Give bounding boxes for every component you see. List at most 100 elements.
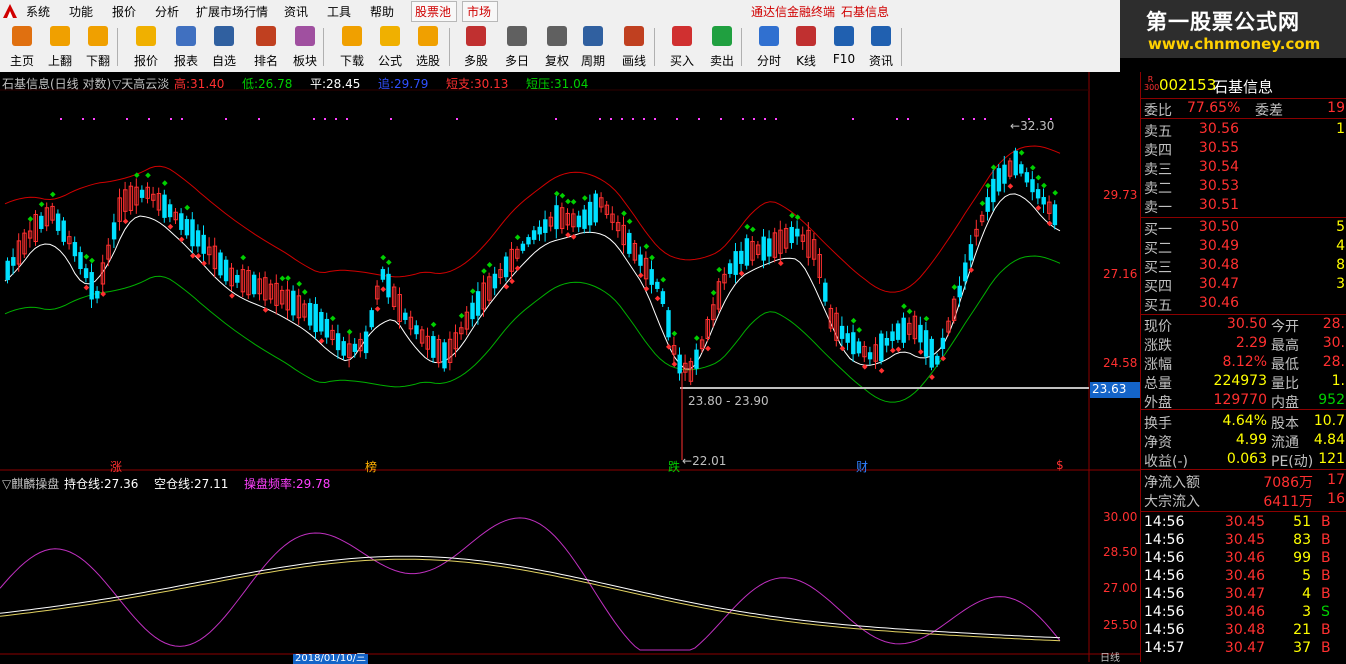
buy-signal-diamond [301, 289, 308, 295]
flow-value: 6411万 [1263, 494, 1313, 510]
tab-stock-pool[interactable]: 股票池 [415, 3, 451, 20]
buy-signal-diamond [38, 201, 45, 208]
sell-button[interactable]: 卖出 [704, 24, 740, 68]
candle-body [918, 324, 923, 343]
download-button[interactable]: 下载 [334, 24, 370, 68]
buy-button[interactable]: 买入 [664, 24, 700, 68]
quote-button[interactable]: 报价 [128, 24, 164, 68]
tick-volume: 99 [1293, 550, 1311, 566]
stat-value-2: 30. [1322, 335, 1345, 351]
candle-body [1035, 189, 1041, 199]
candle-body [627, 232, 632, 254]
buy-signal-diamond [979, 200, 986, 207]
stat-row: 现价 30.50 今开 28. [1141, 316, 1346, 335]
event-rise-marker[interactable]: 涨 [110, 458, 122, 475]
multi-day-button[interactable]: 多日 [499, 24, 535, 68]
bid-label: 买四 [1144, 279, 1172, 295]
tab-market[interactable]: 市场 [467, 3, 491, 20]
event-dollar-marker[interactable]: $ [1056, 458, 1064, 472]
buy-signal-diamond [27, 216, 34, 222]
buy-signal-diamond [1035, 174, 1042, 181]
drawing-button[interactable]: 画线 [616, 24, 652, 68]
stat-row: 涨跌 2.29 最高 30. [1141, 335, 1346, 354]
menu-analysis[interactable]: 分析 [155, 3, 179, 20]
tick-row: 14:56 30.46 5 B [1141, 568, 1346, 587]
indicator-value-label: 高: [174, 77, 191, 91]
toolbar-separator [323, 28, 324, 66]
menu-info[interactable]: 资讯 [284, 3, 308, 20]
candle-body [11, 257, 16, 266]
kline-button[interactable]: K线 [788, 24, 824, 68]
formula-button[interactable]: 公式 [372, 24, 408, 68]
event-fall-marker[interactable]: 跌 [668, 458, 680, 475]
menu-function[interactable]: 功能 [69, 3, 93, 20]
news-button[interactable]: 资讯 [863, 24, 899, 68]
sub-indicator-number: 27.36 [104, 477, 139, 491]
menu-system[interactable]: 系统 [26, 3, 50, 20]
report-button[interactable]: 报表 [168, 24, 204, 68]
chart-canvas[interactable] [0, 72, 1140, 662]
candle-body [235, 274, 240, 283]
stat-label-2: PE(动) [1271, 454, 1314, 470]
page-up-button[interactable]: 上翻 [42, 24, 78, 68]
multi-stock-button[interactable]: 多股 [458, 24, 494, 68]
buy-signal-diamond [923, 315, 930, 322]
candle-body [867, 352, 873, 360]
ranking-icon [256, 26, 276, 46]
magenta-dot [225, 118, 227, 120]
watchlist-button[interactable]: 自选 [206, 24, 242, 68]
candle-body [179, 213, 184, 230]
candle-body [638, 254, 643, 266]
page-down-button[interactable]: 下翻 [80, 24, 116, 68]
badge-bottom: 300 [1144, 83, 1160, 92]
ask-label: 卖一 [1144, 200, 1172, 216]
tick-time: 14:56 [1144, 604, 1185, 620]
period-button[interactable]: 周期 [575, 24, 611, 68]
event-list-marker[interactable]: 榜 [365, 458, 377, 475]
sell-signal-diamond [878, 367, 885, 374]
stock-picker-button[interactable]: 选股 [410, 24, 446, 68]
menu-tools[interactable]: 工具 [327, 3, 351, 20]
tick-time: 14:56 [1144, 622, 1185, 638]
stat-value-2: 121 [1318, 451, 1345, 467]
tick-side: B [1321, 532, 1331, 548]
candle-body [576, 215, 582, 228]
chart-area[interactable]: 石基信息(日线 对数) ▽天高云淡 高:31.40 低:26.78 平:28.45 追… [0, 72, 1142, 664]
event-finance-marker[interactable]: 财 [856, 458, 868, 475]
candle-body [963, 262, 968, 282]
indicator-name: ▽天高云淡 [112, 77, 170, 91]
ranking-button[interactable]: 排名 [248, 24, 284, 68]
candle-body [649, 269, 654, 285]
sell-signal-diamond [777, 260, 784, 267]
bid-row: 买五 30.46 [1141, 295, 1346, 314]
indicator-label: 天高云淡 [121, 77, 170, 91]
candle-body [470, 302, 475, 320]
menu-quote[interactable]: 报价 [112, 3, 136, 20]
sell-signal-diamond [189, 252, 196, 259]
bid-price: 30.47 [1198, 276, 1239, 292]
sector-button[interactable]: 板块 [287, 24, 323, 68]
high-annotation: ←32.30 [1010, 119, 1055, 133]
sell-signal-diamond [178, 236, 185, 243]
candle-body [554, 205, 559, 230]
indicator-value-number: 29.79 [394, 77, 429, 91]
sub-axis-label: 28.50 [1103, 545, 1138, 559]
drawing-icon [624, 26, 644, 46]
sub-chart-name: 麒麟操盘 [11, 477, 60, 491]
tick-price: 30.47 [1224, 640, 1265, 656]
period-label[interactable]: 日线 [1100, 654, 1120, 664]
stat-label-2: 流通 [1271, 435, 1299, 451]
app-logo-icon [3, 4, 17, 18]
tick-price: 30.46 [1224, 604, 1265, 620]
menu-help[interactable]: 帮助 [370, 3, 394, 20]
magenta-dot [170, 118, 172, 120]
stock-code: 002153 [1159, 76, 1217, 94]
menu-extended-market[interactable]: 扩展市场行情 [196, 3, 268, 20]
home-button[interactable]: 主页 [4, 24, 40, 68]
candle-body [324, 318, 330, 338]
upper-band-line [4, 145, 1061, 293]
sell-signal-diamond [380, 286, 387, 293]
ratio-label: 委比 [1144, 103, 1172, 119]
sell-signal-diamond [1007, 183, 1014, 190]
stat-label: 现价 [1144, 319, 1172, 335]
